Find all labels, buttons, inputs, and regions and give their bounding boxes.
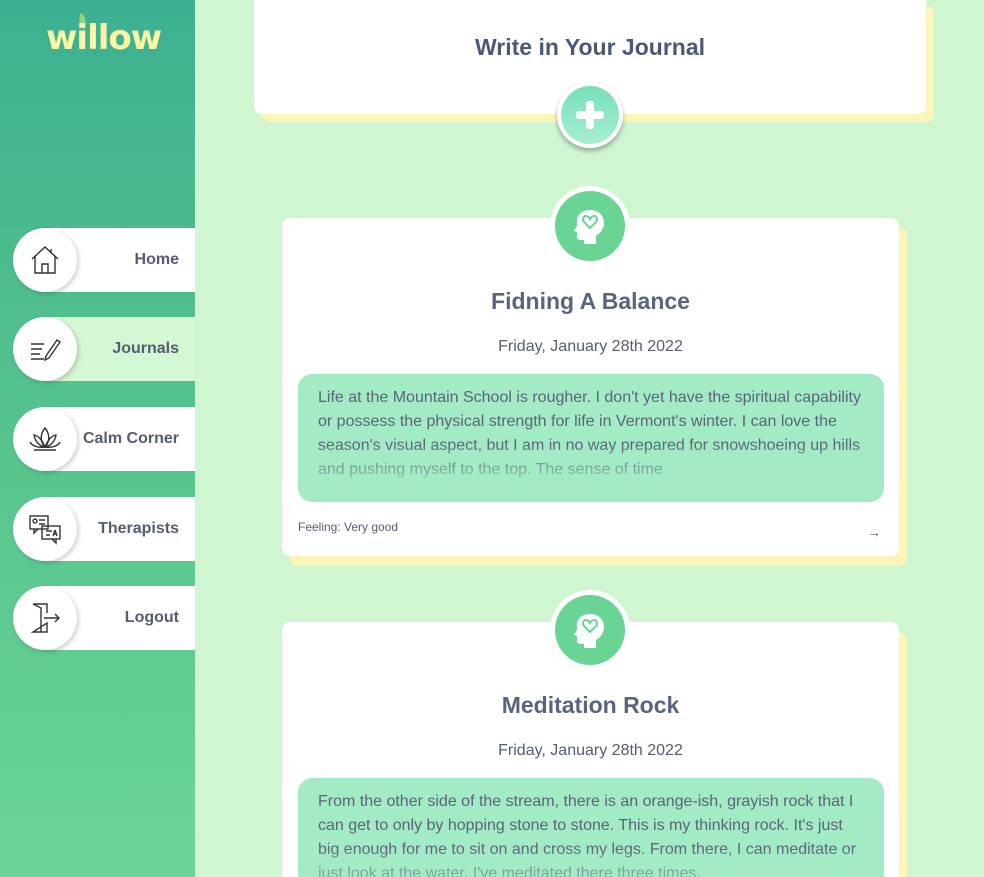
logout-door-icon[interactable]: [13, 586, 77, 650]
mind-heart-icon: [555, 191, 625, 261]
home-icon[interactable]: [13, 228, 77, 292]
lotus-icon[interactable]: [13, 407, 77, 471]
mind-heart-icon: [555, 595, 625, 665]
pencil-note-icon[interactable]: [13, 317, 77, 381]
entry-icon-ring: [550, 186, 630, 266]
app-logo[interactable]: willow: [46, 18, 162, 58]
entry-body: Life at the Mountain School is rougher. …: [298, 374, 884, 502]
sidebar-item-label: Logout: [124, 609, 179, 626]
entry-date: Friday, January 28th 2022: [498, 338, 683, 355]
entry-text: From the other side of the stream, there…: [318, 793, 857, 877]
chat-bubbles-icon[interactable]: [13, 497, 77, 561]
entry-open-arrow[interactable]: →: [867, 524, 881, 540]
sidebar: willow Home Journals Calm Corner Therapi…: [0, 0, 195, 877]
entry-date: Friday, January 28th 2022: [498, 742, 683, 759]
entry-body: From the other side of the stream, there…: [298, 778, 884, 877]
plus-icon: [561, 86, 619, 144]
entry-feeling: Feeling: Very good: [298, 520, 399, 534]
sidebar-item-label: Journals: [112, 340, 179, 357]
journal-entry-card[interactable]: Fidning A Balance Friday, January 28th 2…: [282, 218, 899, 556]
entry-icon-ring: [550, 590, 630, 670]
sidebar-item-label: Therapists: [98, 520, 179, 537]
entry-title: Fidning A Balance: [491, 288, 690, 314]
entry-text: Life at the Mountain School is rougher. …: [318, 389, 861, 478]
sidebar-item-label: Home: [134, 251, 179, 268]
sidebar-item-label: Calm Corner: [82, 430, 179, 447]
entry-title: Meditation Rock: [501, 692, 680, 718]
write-journal-title: Write in Your Journal: [474, 34, 706, 60]
add-entry-button[interactable]: [557, 82, 623, 148]
